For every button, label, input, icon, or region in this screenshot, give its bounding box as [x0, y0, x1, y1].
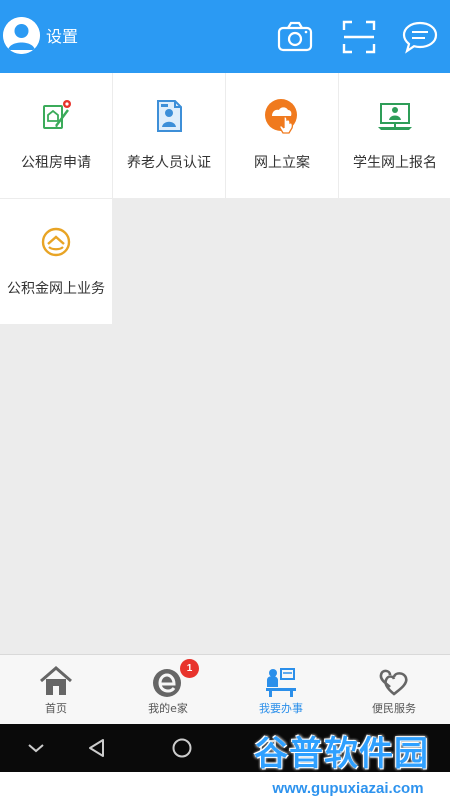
nav-home-button[interactable]: [164, 730, 200, 766]
watermark: 谷普软件园 www.gupuxiazai.com: [246, 733, 450, 800]
service-label: 公积金网上业务: [7, 281, 105, 297]
avatar-icon: [3, 17, 40, 54]
settings-label[interactable]: 设置: [46, 26, 78, 48]
tab-my-ehome[interactable]: 1 我的e家: [112, 655, 224, 725]
nav-back-button[interactable]: [79, 730, 115, 766]
chevron-down-icon: [28, 744, 44, 753]
pension-certification-icon: [149, 96, 189, 136]
online-filing-icon: [262, 96, 302, 136]
service-tile-housing[interactable]: 公租房申请: [0, 73, 112, 198]
housing-application-icon: [36, 96, 76, 136]
back-triangle-icon: [89, 739, 104, 757]
service-label: 养老人员认证: [127, 155, 211, 171]
app-header: 设置: [0, 0, 450, 73]
tab-office[interactable]: 我要办事: [225, 655, 337, 725]
service-tile-pension[interactable]: 养老人员认证: [113, 73, 225, 198]
watermark-url: www.gupuxiazai.com: [246, 778, 450, 800]
tab-label: 便民服务: [372, 702, 416, 715]
service-label: 公租房申请: [21, 155, 91, 171]
service-heart-icon: [376, 663, 412, 699]
provident-fund-icon: [36, 222, 76, 262]
user-avatar[interactable]: [3, 17, 40, 54]
service-label: 网上立案: [254, 155, 310, 171]
student-registration-icon: [375, 96, 415, 136]
watermark-title: 谷普软件园: [254, 734, 429, 774]
tab-service[interactable]: 便民服务: [338, 655, 450, 725]
service-tile-provident-fund[interactable]: 公积金网上业务: [0, 199, 112, 324]
camera-icon: [277, 21, 313, 52]
scan-button[interactable]: [340, 18, 378, 56]
home-icon: [38, 663, 74, 699]
notification-badge: 1: [180, 659, 199, 678]
message-button[interactable]: [401, 18, 439, 56]
service-label: 学生网上报名: [353, 155, 437, 171]
home-circle-icon: [172, 738, 192, 758]
tab-home[interactable]: 首页: [0, 655, 112, 725]
service-tile-student-registration[interactable]: 学生网上报名: [339, 73, 450, 198]
scan-icon: [342, 20, 376, 54]
tab-label: 我要办事: [259, 702, 303, 715]
service-tile-online-filing[interactable]: 网上立案: [226, 73, 338, 198]
message-icon: [402, 21, 438, 54]
office-icon: [263, 663, 299, 699]
tab-label: 我的e家: [148, 702, 188, 715]
camera-button[interactable]: [276, 18, 314, 56]
bottom-tab-bar: 首页 1 我的e家 我要办事 便民服务: [0, 654, 450, 724]
nav-collapse-button[interactable]: [18, 730, 54, 766]
tab-label: 首页: [45, 702, 67, 715]
